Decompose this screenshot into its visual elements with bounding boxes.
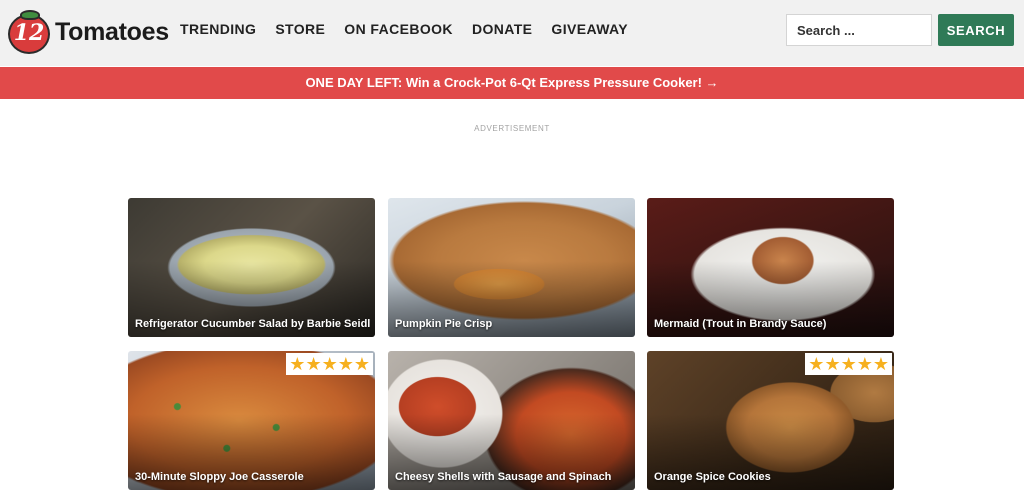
recipe-title: 30-Minute Sloppy Joe Casserole — [135, 471, 304, 483]
logo-text: Tomatoes — [55, 17, 169, 46]
star-icon: ★ — [840, 354, 857, 374]
recipe-title: Pumpkin Pie Crisp — [395, 318, 493, 330]
star-icon: ★ — [856, 354, 873, 374]
nav-on-facebook[interactable]: ON FACEBOOK — [344, 20, 453, 38]
recipe-card-orange-spice-cookies[interactable]: ★ ★ ★ ★ ★ Orange Spice Cookies — [647, 351, 894, 490]
nav-giveaway[interactable]: GIVEAWAY — [551, 20, 628, 38]
star-icon: ★ — [289, 354, 306, 374]
rating-stars: ★ ★ ★ ★ ★ — [805, 353, 892, 375]
star-icon: ★ — [808, 354, 825, 374]
advertisement-label: ADVERTISEMENT — [474, 124, 550, 133]
recipe-title: Orange Spice Cookies — [654, 471, 771, 483]
recipe-title: Mermaid (Trout in Brandy Sauce) — [654, 318, 827, 330]
main-nav: TRENDING STORE ON FACEBOOK DONATE GIVEAW… — [180, 20, 647, 38]
recipe-card-mermaid-trout[interactable]: Mermaid (Trout in Brandy Sauce) — [647, 198, 894, 337]
recipe-title: Cheesy Shells with Sausage and Spinach — [395, 471, 612, 483]
star-icon: ★ — [824, 354, 841, 374]
recipe-card-cucumber-salad[interactable]: Refrigerator Cucumber Salad by Barbie Se… — [128, 198, 375, 337]
star-icon: ★ — [321, 354, 338, 374]
search-button[interactable]: SEARCH — [938, 14, 1014, 46]
search-input[interactable] — [786, 14, 932, 46]
logo-number: 12 — [13, 20, 45, 46]
nav-trending[interactable]: TRENDING — [180, 20, 256, 38]
nav-donate[interactable]: DONATE — [472, 20, 532, 38]
tomato-logo-icon: 12 — [8, 10, 52, 54]
star-icon: ★ — [872, 354, 889, 374]
recipe-card-cheesy-shells[interactable]: Cheesy Shells with Sausage and Spinach — [388, 351, 635, 490]
rating-stars: ★ ★ ★ ★ ★ — [286, 353, 373, 375]
nav-store[interactable]: STORE — [275, 20, 325, 38]
site-logo[interactable]: 12 Tomatoes — [8, 8, 169, 56]
star-icon: ★ — [353, 354, 370, 374]
recipe-card-pumpkin-pie-crisp[interactable]: Pumpkin Pie Crisp — [388, 198, 635, 337]
star-icon: ★ — [305, 354, 322, 374]
promo-banner[interactable]: ONE DAY LEFT: Win a Crock-Pot 6-Qt Expre… — [0, 67, 1024, 99]
recipe-title: Refrigerator Cucumber Salad by Barbie Se… — [135, 318, 371, 330]
recipe-card-sloppy-joe-casserole[interactable]: ★ ★ ★ ★ ★ 30-Minute Sloppy Joe Casserole — [128, 351, 375, 490]
star-icon: ★ — [337, 354, 354, 374]
site-header: 12 Tomatoes TRENDING STORE ON FACEBOOK D… — [0, 0, 1024, 66]
